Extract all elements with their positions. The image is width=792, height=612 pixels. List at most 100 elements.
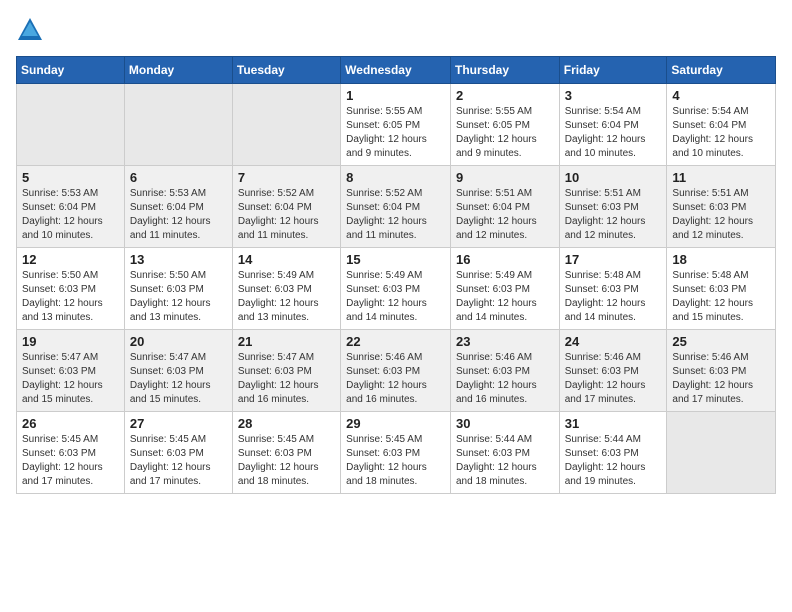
day-number: 21 — [238, 334, 335, 349]
calendar-cell: 17 Sunrise: 5:48 AMSunset: 6:03 PMDayligh… — [559, 248, 667, 330]
week-row-1: 1 Sunrise: 5:55 AMSunset: 6:05 PMDaylight… — [17, 84, 776, 166]
calendar-cell: 29 Sunrise: 5:45 AMSunset: 6:03 PMDayligh… — [341, 412, 451, 494]
day-number: 22 — [346, 334, 445, 349]
day-number: 7 — [238, 170, 335, 185]
calendar-cell: 2 Sunrise: 5:55 AMSunset: 6:05 PMDaylight… — [450, 84, 559, 166]
day-number: 19 — [22, 334, 119, 349]
day-info: Sunrise: 5:46 AMSunset: 6:03 PMDaylight:… — [672, 351, 770, 407]
calendar-table: SundayMondayTuesdayWednesdayThursdayFrid… — [16, 56, 776, 494]
day-info: Sunrise: 5:47 AMSunset: 6:03 PMDaylight:… — [22, 351, 119, 407]
calendar-cell: 11 Sunrise: 5:51 AMSunset: 6:03 PMDayligh… — [667, 166, 776, 248]
calendar-cell: 22 Sunrise: 5:46 AMSunset: 6:03 PMDayligh… — [341, 330, 451, 412]
day-info: Sunrise: 5:45 AMSunset: 6:03 PMDaylight:… — [130, 433, 227, 489]
day-info: Sunrise: 5:55 AMSunset: 6:05 PMDaylight:… — [456, 105, 554, 161]
calendar-cell: 14Sunrise: 5:49 AMSunset: 6:03 PMDayligh… — [232, 248, 340, 330]
day-number: 15 — [346, 252, 445, 267]
day-number: 4 — [672, 88, 770, 103]
week-row-2: 5 Sunrise: 5:53 AMSunset: 6:04 PMDaylight… — [17, 166, 776, 248]
day-number: 1 — [346, 88, 445, 103]
page-header — [16, 16, 776, 44]
day-header-sunday: Sunday — [17, 57, 125, 84]
calendar-cell: 13 Sunrise: 5:50 AMSunset: 6:03 PMDayligh… — [124, 248, 232, 330]
calendar-cell: 19 Sunrise: 5:47 AMSunset: 6:03 PMDayligh… — [17, 330, 125, 412]
day-info: Sunrise: 5:46 AMSunset: 6:03 PMDaylight:… — [565, 351, 662, 407]
day-number: 3 — [565, 88, 662, 103]
day-info: Sunrise: 5:46 AMSunset: 6:03 PMDaylight:… — [346, 351, 445, 407]
day-header-monday: Monday — [124, 57, 232, 84]
day-number: 8 — [346, 170, 445, 185]
calendar-cell: 28 Sunrise: 5:45 AMSunset: 6:03 PMDayligh… — [232, 412, 340, 494]
day-number: 20 — [130, 334, 227, 349]
day-info: Sunrise: 5:51 AMSunset: 6:03 PMDaylight:… — [565, 187, 662, 243]
day-info: Sunrise: 5:51 AMSunset: 6:04 PMDaylight:… — [456, 187, 554, 243]
day-info: Sunrise: 5:47 AMSunset: 6:03 PMDaylight:… — [130, 351, 227, 407]
day-info: Sunrise: 5:52 AMSunset: 6:04 PMDaylight:… — [346, 187, 445, 243]
day-header-friday: Friday — [559, 57, 667, 84]
day-header-tuesday: Tuesday — [232, 57, 340, 84]
day-info: Sunrise: 5:55 AMSunset: 6:05 PMDaylight:… — [346, 105, 445, 161]
calendar-cell: 10Sunrise: 5:51 AMSunset: 6:03 PMDayligh… — [559, 166, 667, 248]
calendar-cell — [17, 84, 125, 166]
calendar-cell: 15 Sunrise: 5:49 AMSunset: 6:03 PMDayligh… — [341, 248, 451, 330]
logo — [16, 16, 46, 44]
day-number: 2 — [456, 88, 554, 103]
day-number: 28 — [238, 416, 335, 431]
day-header-wednesday: Wednesday — [341, 57, 451, 84]
calendar-cell: 6Sunrise: 5:53 AMSunset: 6:04 PMDaylight… — [124, 166, 232, 248]
calendar-cell — [124, 84, 232, 166]
calendar-cell: 27 Sunrise: 5:45 AMSunset: 6:03 PMDayligh… — [124, 412, 232, 494]
calendar-cell: 26 Sunrise: 5:45 AMSunset: 6:03 PMDayligh… — [17, 412, 125, 494]
day-number: 14 — [238, 252, 335, 267]
calendar-cell: 30 Sunrise: 5:44 AMSunset: 6:03 PMDayligh… — [450, 412, 559, 494]
day-number: 13 — [130, 252, 227, 267]
calendar-cell: 20 Sunrise: 5:47 AMSunset: 6:03 PMDayligh… — [124, 330, 232, 412]
day-number: 25 — [672, 334, 770, 349]
day-number: 23 — [456, 334, 554, 349]
day-info: Sunrise: 5:53 AMSunset: 6:04 PMDaylight:… — [22, 187, 119, 243]
day-info: Sunrise: 5:45 AMSunset: 6:03 PMDaylight:… — [238, 433, 335, 489]
calendar-cell: 18Sunrise: 5:48 AMSunset: 6:03 PMDayligh… — [667, 248, 776, 330]
day-number: 26 — [22, 416, 119, 431]
calendar-cell — [232, 84, 340, 166]
day-number: 5 — [22, 170, 119, 185]
week-row-4: 19 Sunrise: 5:47 AMSunset: 6:03 PMDayligh… — [17, 330, 776, 412]
day-info: Sunrise: 5:51 AMSunset: 6:03 PMDaylight:… — [672, 187, 770, 243]
day-number: 11 — [672, 170, 770, 185]
day-info: Sunrise: 5:49 AMSunset: 6:03 PMDaylight:… — [346, 269, 445, 325]
calendar-cell: 1 Sunrise: 5:55 AMSunset: 6:05 PMDaylight… — [341, 84, 451, 166]
day-info: Sunrise: 5:52 AMSunset: 6:04 PMDaylight:… — [238, 187, 335, 243]
day-info: Sunrise: 5:54 AMSunset: 6:04 PMDaylight:… — [565, 105, 662, 161]
day-header-thursday: Thursday — [450, 57, 559, 84]
day-info: Sunrise: 5:46 AMSunset: 6:03 PMDaylight:… — [456, 351, 554, 407]
calendar-cell: 12 Sunrise: 5:50 AMSunset: 6:03 PMDayligh… — [17, 248, 125, 330]
day-info: Sunrise: 5:50 AMSunset: 6:03 PMDaylight:… — [130, 269, 227, 325]
calendar-cell: 9Sunrise: 5:51 AMSunset: 6:04 PMDaylight… — [450, 166, 559, 248]
day-number: 29 — [346, 416, 445, 431]
day-info: Sunrise: 5:54 AMSunset: 6:04 PMDaylight:… — [672, 105, 770, 161]
week-row-5: 26 Sunrise: 5:45 AMSunset: 6:03 PMDayligh… — [17, 412, 776, 494]
day-number: 12 — [22, 252, 119, 267]
day-number: 30 — [456, 416, 554, 431]
day-info: Sunrise: 5:48 AMSunset: 6:03 PMDaylight:… — [672, 269, 770, 325]
day-number: 6 — [130, 170, 227, 185]
day-info: Sunrise: 5:45 AMSunset: 6:03 PMDaylight:… — [22, 433, 119, 489]
calendar-cell: 7 Sunrise: 5:52 AMSunset: 6:04 PMDaylight… — [232, 166, 340, 248]
calendar-cell: 21 Sunrise: 5:47 AMSunset: 6:03 PMDayligh… — [232, 330, 340, 412]
day-info: Sunrise: 5:44 AMSunset: 6:03 PMDaylight:… — [456, 433, 554, 489]
day-info: Sunrise: 5:49 AMSunset: 6:03 PMDaylight:… — [456, 269, 554, 325]
day-header-saturday: Saturday — [667, 57, 776, 84]
day-info: Sunrise: 5:47 AMSunset: 6:03 PMDaylight:… — [238, 351, 335, 407]
calendar-cell: 8 Sunrise: 5:52 AMSunset: 6:04 PMDaylight… — [341, 166, 451, 248]
day-number: 27 — [130, 416, 227, 431]
calendar-cell: 25 Sunrise: 5:46 AMSunset: 6:03 PMDayligh… — [667, 330, 776, 412]
day-number: 17 — [565, 252, 662, 267]
day-header-row: SundayMondayTuesdayWednesdayThursdayFrid… — [17, 57, 776, 84]
day-info: Sunrise: 5:45 AMSunset: 6:03 PMDaylight:… — [346, 433, 445, 489]
day-info: Sunrise: 5:50 AMSunset: 6:03 PMDaylight:… — [22, 269, 119, 325]
calendar-cell: 31Sunrise: 5:44 AMSunset: 6:03 PMDayligh… — [559, 412, 667, 494]
day-info: Sunrise: 5:48 AMSunset: 6:03 PMDaylight:… — [565, 269, 662, 325]
calendar-cell: 16 Sunrise: 5:49 AMSunset: 6:03 PMDayligh… — [450, 248, 559, 330]
week-row-3: 12 Sunrise: 5:50 AMSunset: 6:03 PMDayligh… — [17, 248, 776, 330]
calendar-cell: 23 Sunrise: 5:46 AMSunset: 6:03 PMDayligh… — [450, 330, 559, 412]
day-number: 16 — [456, 252, 554, 267]
